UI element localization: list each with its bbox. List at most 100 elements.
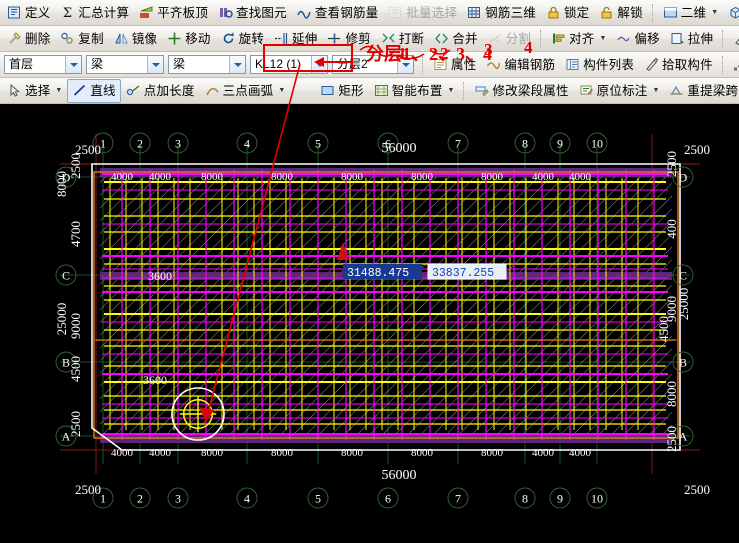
batch-select-button: 批量选择 <box>383 1 462 25</box>
grid-bubble-top-9[interactable]: 9 <box>549 132 571 154</box>
rectangle-button[interactable]: 矩形 <box>315 79 368 103</box>
chevron-down-icon[interactable] <box>311 56 327 73</box>
view-rebar-icon <box>297 5 312 20</box>
more-edit-button[interactable] <box>728 27 739 51</box>
lock-button[interactable]: 锁定 <box>541 1 594 25</box>
select-arrow-icon <box>7 83 22 98</box>
view-rebar-button[interactable]: 查看钢筋量 <box>292 1 384 25</box>
circular-shaft-element[interactable] <box>171 387 225 441</box>
button-label: 点加长度 <box>143 83 195 98</box>
grid-bubble-bottom-9[interactable]: 9 <box>549 487 571 509</box>
grid-bubble-bottom-4[interactable]: 4 <box>236 487 258 509</box>
align-button[interactable]: 对齐 ▼ <box>546 27 611 51</box>
grid-bubble-top-7[interactable]: 7 <box>447 132 469 154</box>
chevron-down-icon[interactable]: ▼ <box>55 87 62 94</box>
mirror-button[interactable]: 镜像 <box>109 27 162 51</box>
grid-bubble-bottom-5[interactable]: 5 <box>307 487 329 509</box>
rebar-3d-button[interactable]: 钢筋三维 <box>462 1 541 25</box>
dim-left-2: 4700 <box>68 221 83 247</box>
move-button[interactable]: 移动 <box>162 27 215 51</box>
grid-bubble-bottom-7[interactable]: 7 <box>447 487 469 509</box>
three-point-arc-button[interactable]: 三点画弧 ▼ <box>200 79 291 103</box>
point-length-button[interactable]: 点加长度 <box>121 79 200 103</box>
grid-bubble-top-10[interactable]: 10 <box>586 132 608 154</box>
dim-chain-top-6: 8000 <box>481 171 504 183</box>
chevron-down-icon[interactable]: ▼ <box>278 87 285 94</box>
edit-beam-segment-button[interactable]: 修改梁段属性 <box>469 79 573 103</box>
grid-bubble-label: 7 <box>455 137 461 151</box>
rotate-button[interactable]: 旋转 <box>216 27 269 51</box>
dim-chain-bottom-6: 8000 <box>481 447 504 459</box>
dim-right-5: 8000 <box>664 381 679 407</box>
component-type-selector[interactable]: 梁 <box>86 55 164 74</box>
dim-right-1: 400 <box>664 219 679 239</box>
blank-combo-icon <box>295 83 310 98</box>
offset-button[interactable]: 偏移 <box>611 27 664 51</box>
three-point-arc-icon <box>205 83 220 98</box>
grid-bubble-bottom-3[interactable]: 3 <box>167 487 189 509</box>
dim-chain-top-5: 8000 <box>411 171 434 183</box>
line-button[interactable]: 直线 <box>67 78 121 103</box>
pick-component-button[interactable]: 拾取构件 <box>639 53 718 77</box>
grid-bubble-top-8[interactable]: 8 <box>514 132 536 154</box>
copy-icon <box>60 31 75 46</box>
copy-button[interactable]: 复制 <box>55 27 108 51</box>
component-list-button[interactable]: 构件列表 <box>560 53 639 77</box>
chevron-down-icon[interactable]: ▼ <box>652 87 659 94</box>
edit-rebar-button[interactable]: 编辑钢筋 <box>481 53 560 77</box>
button-label: 锁定 <box>563 5 590 20</box>
button-label: 平齐板顶 <box>157 5 209 20</box>
align-icon <box>551 31 566 46</box>
annotation-text: 分层1、2、3、4 <box>366 44 492 64</box>
grid-bubble-top-4[interactable]: 4 <box>236 132 258 154</box>
chevron-down-icon[interactable] <box>229 56 245 73</box>
component-name-selector[interactable]: KL12 (1) <box>250 55 328 74</box>
chevron-down-icon[interactable] <box>65 56 81 73</box>
button-label: 二维 <box>680 5 707 20</box>
unlock-button[interactable]: 解锁 <box>594 1 647 25</box>
two-point-button[interactable]: 两点 <box>728 53 739 77</box>
select-arrow-button[interactable]: 选择 ▼ <box>2 79 67 103</box>
top-view-button[interactable]: 俯视 <box>723 1 739 25</box>
application-window: 定义 Σ 汇总计算 平齐板顶 查找图元 查看钢筋量 批量选择 钢筋三维 锁定 解锁 二维 ▼ 俯视 删除… <box>0 0 739 543</box>
in-place-annotation-icon <box>579 83 594 98</box>
find-element-button[interactable]: 查找图元 <box>213 1 292 25</box>
annotation-number-1: 1 <box>398 44 407 63</box>
button-label: 重提梁跨 <box>687 83 739 98</box>
define-button[interactable]: 定义 <box>2 1 55 25</box>
coordinate-y-value: 33837.255 <box>432 267 494 280</box>
chevron-down-icon[interactable]: ▼ <box>599 35 606 42</box>
component-category-selector[interactable]: 梁 <box>168 55 246 74</box>
sigma-button[interactable]: Σ 汇总计算 <box>55 1 134 25</box>
button-label: 编辑钢筋 <box>504 57 556 72</box>
dim-chain-bottom-7: 4000 <box>532 447 555 459</box>
grid-bubble-top-2[interactable]: 2 <box>129 132 151 154</box>
extend-button[interactable]: 延伸 <box>269 27 322 51</box>
grid-bubble-bottom-6[interactable]: 6 <box>377 487 399 509</box>
grid-bubble-top-5[interactable]: 5 <box>307 132 329 154</box>
offset-icon <box>616 31 631 46</box>
grid-bubble-top-3[interactable]: 3 <box>167 132 189 154</box>
grid-bubble-label: 10 <box>591 137 603 151</box>
cad-drawing-canvas[interactable]: 1 2 3 4 5 6 7 8 9 10 1 2 3 4 5 6 7 8 9 10 D C B A D C B A 56000 56000… <box>0 104 739 543</box>
button-label: 延伸 <box>292 31 318 46</box>
grid-bubble-bottom-2[interactable]: 2 <box>129 487 151 509</box>
dim-left-1: 8000 <box>54 171 69 197</box>
in-place-annotation-button[interactable]: 原位标注 ▼ <box>574 79 665 103</box>
grid-bubble-bottom-8[interactable]: 8 <box>514 487 536 509</box>
stretch-button[interactable]: 拉伸 <box>665 27 718 51</box>
smart-layout-button[interactable]: 智能布置 ▼ <box>369 79 460 103</box>
view-2d-button[interactable]: 二维 ▼ <box>658 1 723 25</box>
grid-bubble-bottom-10[interactable]: 10 <box>586 487 608 509</box>
floor-selector[interactable]: 首层 <box>4 55 82 74</box>
blank-combo-button[interactable] <box>290 79 315 103</box>
chevron-down-icon[interactable] <box>147 56 163 73</box>
annotation-number-4: 4 <box>524 38 533 57</box>
align-slab-button[interactable]: 平齐板顶 <box>134 1 213 25</box>
button-label: 矩形 <box>338 83 364 98</box>
chevron-down-icon[interactable]: ▼ <box>711 9 718 16</box>
chevron-down-icon[interactable]: ▼ <box>448 87 455 94</box>
button-label: 复制 <box>78 31 104 46</box>
delete-button[interactable]: 删除 <box>2 27 55 51</box>
re-extract-span-button[interactable]: 重提梁跨 <box>664 79 739 103</box>
